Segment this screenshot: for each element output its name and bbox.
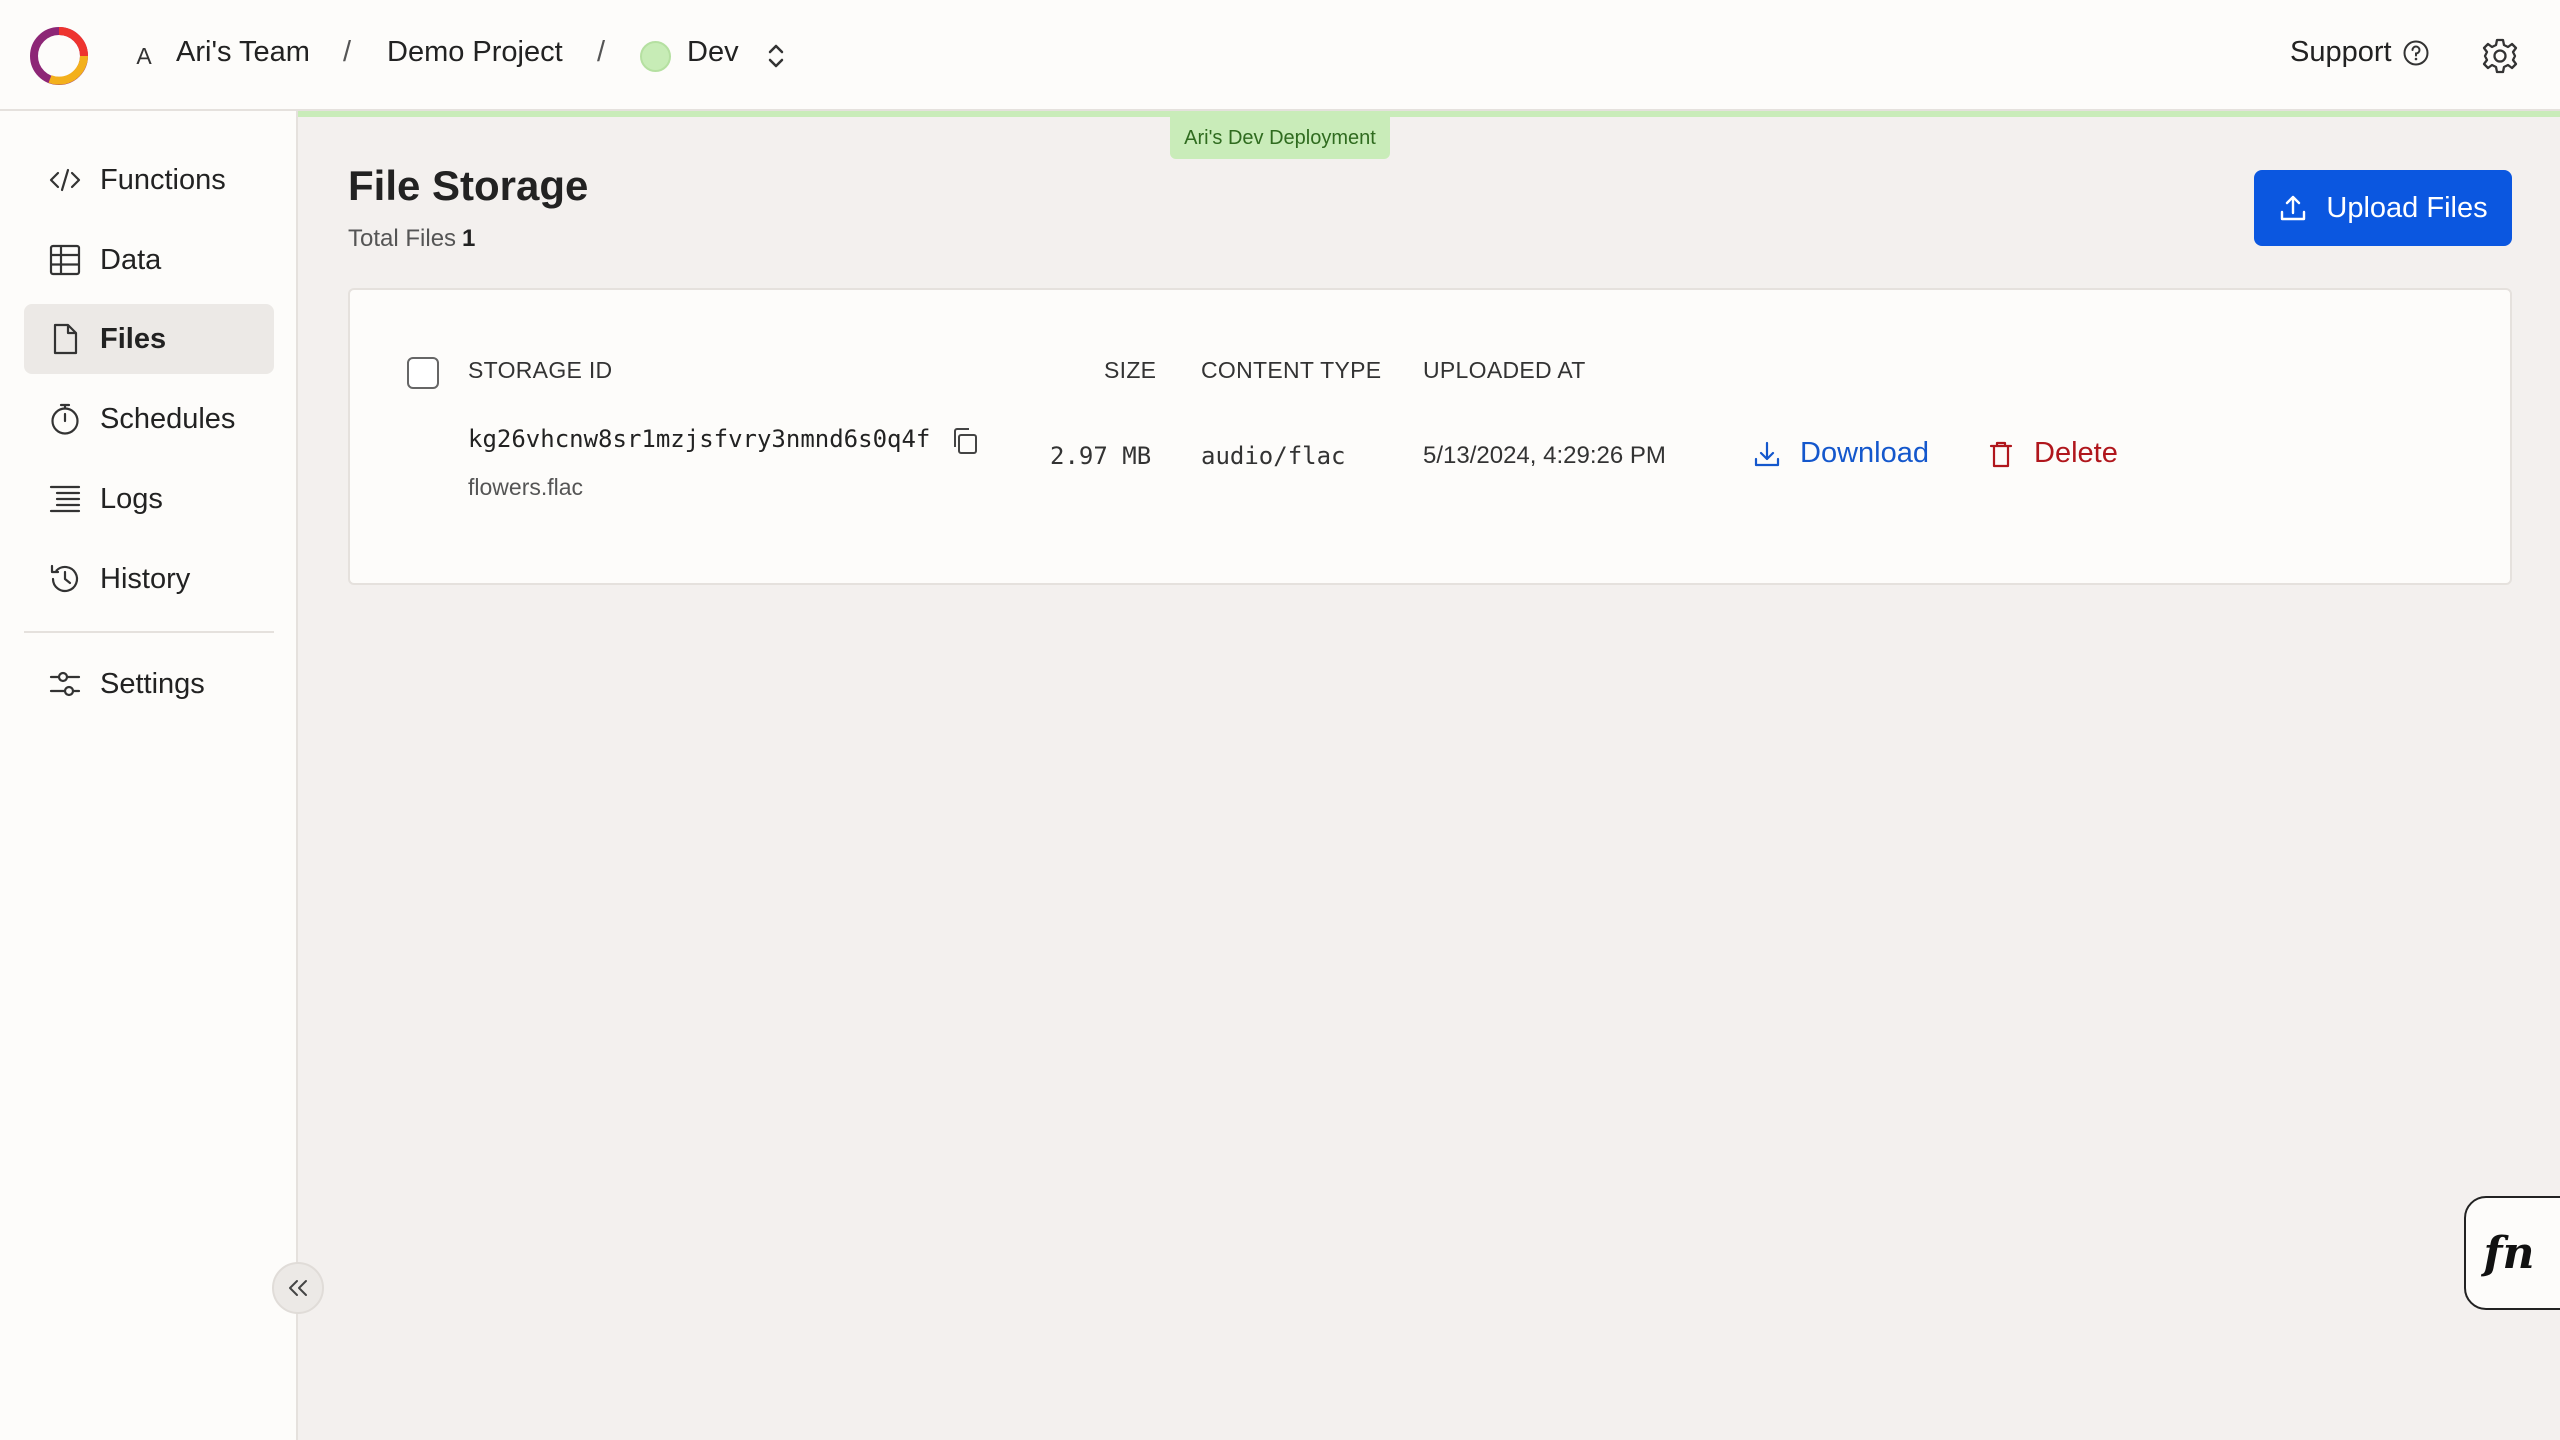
file-icon [53,323,78,355]
function-runner-button[interactable]: fn [2464,1196,2560,1310]
sliders-icon [49,671,81,697]
top-header: A Ari's Team / Demo Project / Dev Suppor… [0,0,2560,111]
help-circle-icon [2403,40,2429,65]
column-header-storage-id: STORAGE ID [468,357,613,383]
column-header-content-type: CONTENT TYPE [1201,357,1382,383]
upload-files-button[interactable]: Upload Files [2254,170,2512,246]
sidebar-item-label: Files [100,322,167,355]
sidebar-item-files[interactable]: Files [24,304,274,374]
collapse-sidebar-button[interactable] [272,1262,324,1314]
copy-icon[interactable] [950,426,980,456]
code-icon [49,168,81,192]
download-icon [1754,441,1780,466]
total-files: Total Files 1 [348,225,475,253]
column-header-size: SIZE [1104,357,1157,383]
download-button[interactable]: Download [1752,437,1929,470]
sidebar-item-logs[interactable]: Logs [24,464,274,534]
sidebar-item-history[interactable]: History [24,544,274,614]
sidebar-item-label: Logs [100,482,163,515]
sidebar-item-label: History [100,562,191,595]
storage-id: kg26vhcnw8sr1mzjsfvry3nmnd6s0q4f [468,425,931,453]
sidebar-item-functions[interactable]: Functions [24,145,274,215]
environment-dot-icon [640,41,671,72]
chevrons-left-icon [289,1280,307,1296]
upload-files-label: Upload Files [2326,191,2488,224]
delete-button[interactable]: Delete [1986,437,2118,470]
sidebar-item-label: Settings [100,667,205,700]
sidebar-item-label: Data [100,243,162,276]
sidebar-item-schedules[interactable]: Schedules [24,384,274,454]
page-title: File Storage [348,162,589,209]
file-size: 2.97 MB [1050,442,1152,470]
trash-icon [1989,441,2013,467]
breadcrumb-project[interactable]: Demo Project [387,36,563,69]
breadcrumb-environment[interactable]: Dev [687,36,739,69]
deployment-badge: Ari's Dev Deployment [1170,117,1390,159]
download-label: Download [1800,437,1929,469]
sidebar: Functions Data Files Schedules Logs Hist… [0,111,298,1440]
delete-label: Delete [2034,437,2118,469]
convex-logo-icon[interactable] [30,27,88,85]
chevron-updown-icon[interactable] [762,38,790,74]
file-name: flowers.flac [468,474,584,500]
gear-icon[interactable] [2480,36,2520,76]
list-icon [49,485,81,513]
column-header-uploaded-at: UPLOADED AT [1423,357,1586,383]
deployment-bar [298,111,2560,117]
sidebar-item-data[interactable]: Data [24,225,274,295]
content-type: audio/flac [1201,442,1346,470]
select-all-checkbox[interactable] [407,357,439,389]
upload-icon [2281,195,2306,221]
uploaded-at: 5/13/2024, 4:29:26 PM [1423,442,1666,469]
breadcrumb-separator: / [343,36,352,68]
history-icon [50,564,79,593]
sidebar-divider [24,631,274,633]
breadcrumb-separator: / [597,36,606,68]
support-button[interactable]: Support [2290,36,2430,69]
team-avatar[interactable]: A [126,38,162,74]
total-files-count: 1 [462,225,476,252]
sidebar-item-settings[interactable]: Settings [24,649,274,719]
support-label: Support [2290,36,2392,68]
table-icon [49,244,81,276]
breadcrumb-team[interactable]: Ari's Team [176,36,310,69]
sidebar-item-label: Functions [100,163,226,196]
stopwatch-icon [51,403,79,435]
total-files-label: Total Files [348,225,457,252]
sidebar-item-label: Schedules [100,402,236,435]
